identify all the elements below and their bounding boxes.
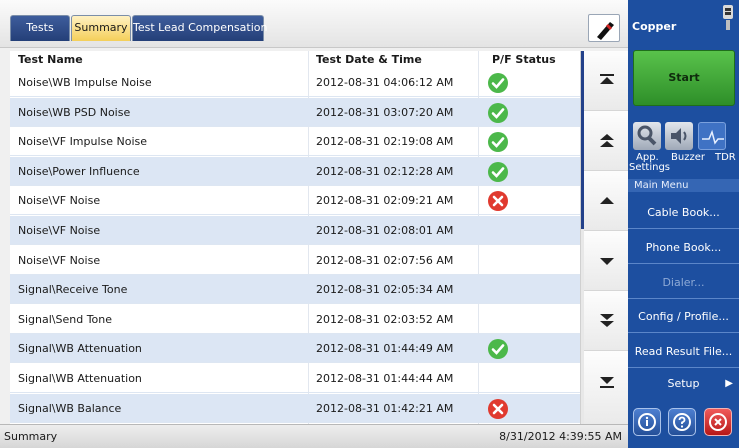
copper-cable-icon bbox=[723, 5, 733, 30]
close-icon bbox=[709, 413, 727, 431]
double-chevron-up-icon bbox=[600, 134, 614, 147]
pass-check-icon bbox=[488, 73, 508, 93]
cell-test-date: 2012-08-31 01:44:49 AM bbox=[316, 342, 454, 356]
table-row[interactable]: Signal\WB Balance 2012-08-31 01:42:21 AM bbox=[10, 393, 580, 423]
info-icon bbox=[638, 413, 656, 431]
help-button[interactable] bbox=[668, 408, 696, 436]
info-button[interactable] bbox=[633, 408, 661, 436]
speaker-icon bbox=[671, 128, 687, 144]
cell-test-name: Signal\WB Attenuation bbox=[18, 372, 142, 385]
cell-test-date: 2012-08-31 02:09:21 AM bbox=[316, 194, 454, 208]
chevron-up-icon bbox=[600, 197, 614, 204]
table-row[interactable]: Noise\VF Noise 2012-08-31 02:07:56 AM bbox=[10, 246, 580, 275]
cell-test-date: 2012-08-31 01:44:44 AM bbox=[316, 372, 454, 385]
close-button[interactable] bbox=[704, 408, 732, 436]
double-chevron-down-icon bbox=[600, 314, 614, 327]
cell-test-name: Noise\Power Influence bbox=[18, 164, 140, 178]
scroll-to-bottom-button[interactable] bbox=[584, 351, 629, 424]
cell-test-name: Signal\Receive Tone bbox=[18, 283, 128, 297]
pass-check-icon bbox=[488, 161, 508, 182]
table-row[interactable]: Signal\WB Attenuation 2012-08-31 01:44:49… bbox=[10, 334, 580, 364]
cell-test-date: 2012-08-31 02:05:34 AM bbox=[316, 283, 454, 297]
cell-test-date: 2012-08-31 04:06:12 AM bbox=[316, 76, 454, 89]
table-row[interactable]: Noise\WB Impulse Noise 2012-08-31 04:06:1… bbox=[10, 68, 580, 97]
app-settings-button[interactable] bbox=[633, 122, 661, 150]
app-window: Tests Summary Test Lead Compensation Tes… bbox=[0, 0, 739, 448]
table-row[interactable]: Noise\VF Noise 2012-08-31 02:09:21 AM bbox=[10, 186, 580, 216]
buzzer-button[interactable] bbox=[665, 122, 693, 150]
status-datetime: 8/31/2012 4:39:55 AM bbox=[499, 430, 622, 443]
fail-x-icon bbox=[488, 398, 508, 419]
app-settings-label-2: Settings bbox=[629, 162, 671, 173]
table-row[interactable]: Noise\VF Impulse Noise 2012-08-31 02:19:0… bbox=[10, 127, 580, 157]
status-bar: Summary 8/31/2012 4:39:55 AM bbox=[0, 424, 628, 448]
cell-test-date: 2012-08-31 03:07:20 AM bbox=[316, 105, 454, 119]
tdr-button[interactable] bbox=[698, 122, 726, 150]
chevron-down-icon bbox=[600, 258, 614, 265]
cell-test-date: 2012-08-31 02:03:52 AM bbox=[316, 312, 454, 326]
double-down-icon bbox=[600, 377, 614, 388]
scroll-down-button[interactable] bbox=[584, 231, 629, 291]
tab-tests[interactable]: Tests bbox=[10, 15, 70, 41]
tab-bar: Tests Summary Test Lead Compensation bbox=[0, 0, 628, 48]
scroll-to-top-button[interactable] bbox=[584, 51, 629, 111]
cell-test-name: Signal\WB Balance bbox=[18, 401, 122, 415]
scroll-up-button[interactable] bbox=[584, 171, 629, 231]
tdr-label: TDR bbox=[715, 152, 736, 163]
results-table: Test Name Test Date & Time P/F Status No… bbox=[10, 51, 580, 424]
cell-test-date: 2012-08-31 02:12:28 AM bbox=[316, 164, 454, 178]
cell-test-name: Signal\WB Attenuation bbox=[18, 342, 142, 356]
pass-check-icon bbox=[488, 102, 508, 123]
fail-x-icon bbox=[488, 191, 508, 212]
cell-test-name: Noise\VF Noise bbox=[18, 253, 101, 267]
menu-setup[interactable]: Setup ▶ bbox=[628, 368, 739, 400]
status-text: Summary bbox=[4, 430, 58, 443]
tab-test-lead-compensation[interactable]: Test Lead Compensation bbox=[132, 15, 267, 41]
start-button[interactable]: Start bbox=[633, 50, 735, 106]
double-up-icon bbox=[600, 74, 614, 84]
table-row[interactable]: Noise\Power Influence 2012-08-31 02:12:28… bbox=[10, 156, 580, 186]
menu-dialer[interactable]: Dialer... bbox=[628, 267, 739, 299]
menu-setup-label: Setup bbox=[667, 377, 700, 390]
page-up-button[interactable] bbox=[584, 111, 629, 171]
cell-test-name: Noise\WB PSD Noise bbox=[18, 105, 131, 119]
help-icon bbox=[673, 413, 691, 431]
header-test-date-time[interactable]: Test Date & Time bbox=[316, 51, 422, 68]
cell-test-name: Noise\VF Impulse Noise bbox=[18, 135, 148, 149]
table-row[interactable]: Signal\WB Attenuation 2012-08-31 01:44:44… bbox=[10, 364, 580, 393]
menu-read-result-file[interactable]: Read Result File... bbox=[628, 336, 739, 368]
page-down-button[interactable] bbox=[584, 291, 629, 351]
edit-tool-button[interactable] bbox=[588, 14, 620, 42]
sidebar-title: Copper bbox=[632, 20, 677, 33]
pass-check-icon bbox=[488, 339, 508, 360]
cell-test-date: 2012-08-31 02:19:08 AM bbox=[316, 135, 454, 149]
buzzer-label: Buzzer bbox=[671, 152, 705, 163]
pen-icon bbox=[597, 22, 614, 40]
cell-test-date: 2012-08-31 02:07:56 AM bbox=[316, 253, 454, 267]
pass-check-icon bbox=[488, 132, 508, 153]
cell-test-date: 2012-08-31 02:08:01 AM bbox=[316, 224, 454, 237]
tab-summary[interactable]: Summary bbox=[71, 15, 131, 41]
menu-cable-book[interactable]: Cable Book... bbox=[628, 197, 739, 229]
header-pf-status[interactable]: P/F Status bbox=[492, 51, 556, 68]
waveform-icon bbox=[702, 129, 724, 145]
menu-config-profile[interactable]: Config / Profile... bbox=[628, 301, 739, 333]
table-row[interactable]: Signal\Receive Tone 2012-08-31 02:05:34 A… bbox=[10, 275, 580, 305]
table-row[interactable]: Signal\Send Tone 2012-08-31 02:03:52 AM bbox=[10, 305, 580, 334]
table-row[interactable]: Noise\VF Noise 2012-08-31 02:08:01 AM bbox=[10, 216, 580, 245]
table-row[interactable]: Noise\WB PSD Noise 2012-08-31 03:07:20 AM bbox=[10, 97, 580, 127]
cell-test-date: 2012-08-31 01:42:21 AM bbox=[316, 401, 454, 415]
cell-test-name: Noise\VF Noise bbox=[18, 224, 101, 237]
header-test-name[interactable]: Test Name bbox=[18, 51, 83, 68]
sidebar: Copper Start App. Settings Buzzer TDR Ma… bbox=[628, 0, 739, 448]
wrench-icon bbox=[637, 125, 657, 146]
cell-test-name: Noise\VF Noise bbox=[18, 194, 101, 208]
cell-test-name: Noise\WB Impulse Noise bbox=[18, 76, 152, 89]
main-panel: Tests Summary Test Lead Compensation Tes… bbox=[0, 0, 629, 448]
menu-phone-book[interactable]: Phone Book... bbox=[628, 232, 739, 264]
main-menu-header: Main Menu bbox=[628, 179, 739, 192]
chevron-right-icon: ▶ bbox=[725, 378, 733, 389]
cell-test-name: Signal\Send Tone bbox=[18, 312, 113, 326]
scroll-controls bbox=[580, 51, 629, 424]
